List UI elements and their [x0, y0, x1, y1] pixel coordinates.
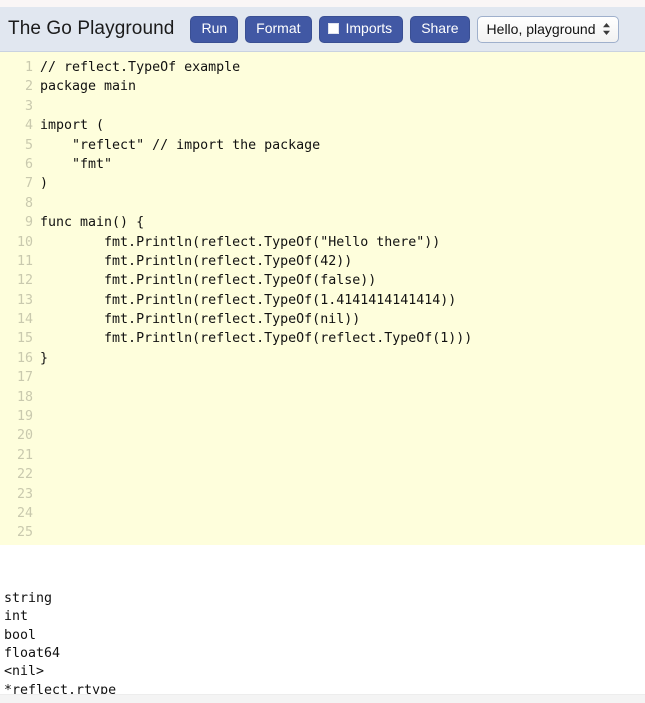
code-line[interactable] [40, 97, 645, 116]
line-number: 5 [24, 137, 33, 153]
line-number: 3 [24, 98, 33, 114]
line-number: 13 [16, 292, 33, 308]
line-number: 26 [0, 543, 36, 546]
output-line: bool [4, 627, 37, 643]
output-line: int [4, 609, 29, 625]
code-line[interactable]: // reflect.TypeOf example [40, 58, 645, 77]
line-number: 6 [24, 156, 33, 172]
line-number: 14 [16, 312, 33, 328]
line-number: 1 [24, 60, 33, 75]
line-number: 8 [24, 195, 33, 211]
code-line[interactable]: } [40, 349, 645, 368]
example-select-value: Hello, playground [486, 21, 596, 37]
line-number: 22 [16, 467, 33, 483]
code-line[interactable]: fmt.Println(reflect.TypeOf(reflect.TypeO… [40, 329, 645, 348]
line-number: 17 [16, 370, 33, 386]
code-line[interactable] [40, 388, 645, 407]
go-playground-window: The Go Playground Run Format Imports Sha… [0, 0, 645, 703]
code-line[interactable]: fmt.Println(reflect.TypeOf(42)) [40, 252, 645, 271]
line-number: 23 [16, 486, 33, 502]
line-number: 10 [16, 234, 33, 250]
line-number: 24 [16, 505, 33, 521]
imports-button-label: Imports [345, 20, 393, 37]
line-number: 9 [24, 215, 33, 231]
run-button[interactable]: Run [190, 15, 239, 43]
line-number: 15 [16, 331, 33, 347]
code-editor[interactable]: 1 2 3 4 5 6 7 8 9 10 11 12 13 14 15 16 17 18 19 20 21 22 23 24 2… [0, 52, 645, 545]
share-button[interactable]: Share [410, 15, 470, 43]
line-number: 2 [24, 79, 33, 95]
line-number: 18 [16, 389, 33, 405]
example-select[interactable]: Hello, playground [476, 15, 619, 43]
browser-top-edge [0, 0, 645, 7]
line-number: 25 [16, 525, 33, 541]
code-line[interactable]: fmt.Println(reflect.TypeOf(nil)) [40, 310, 645, 329]
code-line[interactable]: "reflect" // import the package [40, 136, 645, 155]
code-line[interactable]: ) [40, 174, 645, 193]
code-line[interactable] [40, 504, 645, 523]
code-line[interactable]: func main() { [40, 213, 645, 232]
output-panel: string int bool float64 <nil> *reflect.rtype … [0, 545, 645, 694]
line-number: 4 [24, 118, 33, 134]
code-line[interactable]: package main [40, 77, 645, 96]
output-line: *reflect.rtype [4, 682, 117, 694]
line-number: 21 [16, 447, 33, 463]
code-line[interactable] [40, 194, 645, 213]
code-line[interactable] [40, 426, 645, 445]
imports-button[interactable]: Imports [318, 15, 404, 43]
code-line[interactable] [40, 543, 645, 545]
output-line: float64 [4, 646, 61, 662]
line-number: 12 [16, 273, 33, 289]
output-line: string [4, 590, 53, 606]
line-number: 16 [16, 350, 33, 366]
chevron-updown-icon [602, 22, 611, 36]
toolbar: The Go Playground Run Format Imports Sha… [0, 7, 645, 52]
code-line[interactable]: import ( [40, 116, 645, 135]
code-line[interactable]: fmt.Println(reflect.TypeOf(1.41414141414… [40, 291, 645, 310]
horizontal-scrollbar-track[interactable] [0, 694, 645, 703]
output-line: <nil> [4, 664, 45, 680]
code-line[interactable]: fmt.Println(reflect.TypeOf(false)) [40, 271, 645, 290]
line-number: 20 [16, 428, 33, 444]
line-number: 7 [24, 176, 33, 192]
code-line[interactable] [40, 368, 645, 387]
line-number: 19 [16, 409, 33, 425]
code-content[interactable]: // reflect.TypeOf example package main im… [36, 52, 645, 545]
line-number: 11 [16, 253, 33, 269]
code-line[interactable] [40, 465, 645, 484]
code-line[interactable] [40, 407, 645, 426]
code-line[interactable] [40, 446, 645, 465]
page-title: The Go Playground [8, 18, 175, 39]
line-number-gutter: 1 2 3 4 5 6 7 8 9 10 11 12 13 14 15 16 17 18 19 20 21 22 23 24 2… [0, 52, 36, 545]
imports-checkbox-icon[interactable] [327, 23, 339, 34]
code-line[interactable]: "fmt" [40, 155, 645, 174]
code-line[interactable] [40, 523, 645, 542]
output-text: string int bool float64 <nil> *reflect.rtype [4, 590, 645, 694]
format-button[interactable]: Format [245, 15, 312, 43]
code-line[interactable]: fmt.Println(reflect.TypeOf("Hello there"… [40, 233, 645, 252]
code-line[interactable] [40, 485, 645, 504]
